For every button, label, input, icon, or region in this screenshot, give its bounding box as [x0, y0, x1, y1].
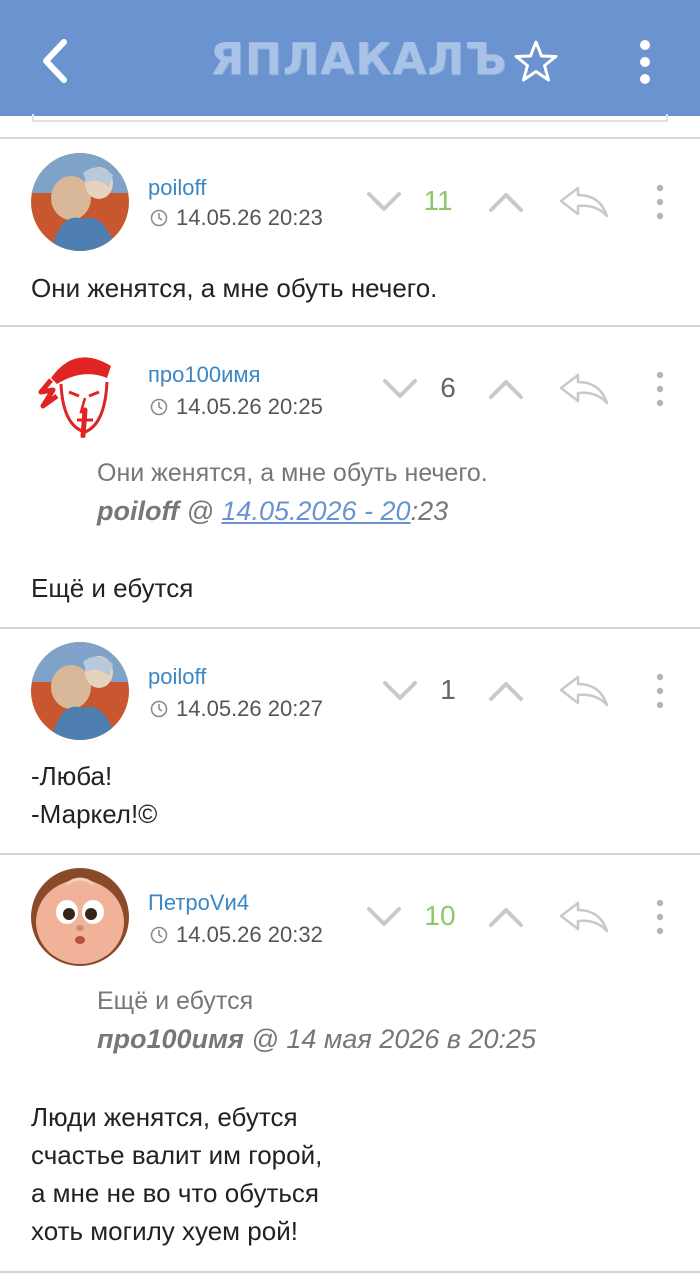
- avatar[interactable]: [31, 153, 129, 251]
- post-body: -Люба! -Маркел!©: [31, 757, 157, 833]
- quote-author: про100имя: [97, 1024, 244, 1054]
- comment: poiloff 14.05.26 20:23 11 Они женятся, а…: [0, 139, 700, 327]
- username-link[interactable]: poiloff: [148, 664, 206, 690]
- post-body: Они женятся, а мне обуть нечего.: [31, 269, 437, 307]
- star-outline-icon[interactable]: [512, 38, 560, 86]
- reply-arrow-icon[interactable]: [558, 900, 610, 934]
- post-menu-icon[interactable]: [652, 899, 668, 935]
- comment: про100имя 14.05.26 20:25 6 Они женятся, …: [0, 326, 700, 629]
- quote-link[interactable]: 14.05.2026 - 20: [221, 496, 410, 526]
- vote-down-icon[interactable]: [382, 377, 418, 401]
- previous-post-frame: [32, 114, 668, 122]
- clock-icon: [150, 700, 168, 718]
- post-body: Ещё и ебутся: [31, 569, 193, 607]
- post-timestamp: 14.05.26 20:27: [150, 696, 323, 722]
- timestamp-text: 14.05.26 20:32: [176, 922, 323, 947]
- username-link[interactable]: poiloff: [148, 175, 206, 201]
- post-line: счастье валит им горой,: [31, 1140, 323, 1170]
- quote-text: Они женятся, а мне обуть нечего.: [97, 459, 488, 487]
- vote-down-icon[interactable]: [366, 905, 402, 929]
- vote-up-icon[interactable]: [488, 679, 524, 703]
- post-rating: 11: [423, 185, 453, 216]
- post-timestamp: 14.05.26 20:23: [150, 205, 323, 231]
- avatar[interactable]: [31, 642, 129, 740]
- post-menu-icon[interactable]: [652, 673, 668, 709]
- vote-up-icon[interactable]: [488, 905, 524, 929]
- quote-time-tail: :23: [410, 496, 449, 526]
- post-line: -Маркел!©: [31, 799, 158, 829]
- quote-author: poiloff: [97, 496, 179, 526]
- more-vert-icon[interactable]: [634, 38, 656, 86]
- post-line: Люди женятся, ебутся: [31, 1102, 298, 1132]
- quote-date: 14 мая 2026 в 20:25: [286, 1024, 537, 1054]
- post-line: Они женятся, а мне обуть нечего.: [31, 273, 438, 303]
- quote-attribution: про100имя @ 14 мая 2026 в 20:25: [97, 1020, 536, 1058]
- vote-down-icon[interactable]: [382, 679, 418, 703]
- reply-arrow-icon[interactable]: [558, 372, 610, 406]
- clock-icon: [150, 398, 168, 416]
- avatar[interactable]: [31, 868, 129, 966]
- post-menu-icon[interactable]: [652, 371, 668, 407]
- reply-arrow-icon[interactable]: [558, 185, 610, 219]
- vote-down-icon[interactable]: [366, 190, 402, 214]
- timestamp-text: 14.05.26 20:23: [176, 205, 323, 230]
- reply-arrow-icon[interactable]: [558, 674, 610, 708]
- vote-up-icon[interactable]: [488, 377, 524, 401]
- clock-icon: [150, 926, 168, 944]
- quote-at: @: [243, 1024, 287, 1054]
- post-line: хоть могилу хуем рой!: [31, 1216, 298, 1246]
- username-link[interactable]: про100имя: [148, 362, 260, 388]
- post-timestamp: 14.05.26 20:32: [150, 922, 323, 948]
- quote-attribution: poiloff @ 14.05.2026 - 20:23: [97, 492, 448, 530]
- post-rating: 10: [424, 900, 456, 931]
- quote-at: @: [178, 496, 222, 526]
- app-bar: ЯПЛАКАЛЪ: [0, 0, 700, 116]
- username-link[interactable]: ПетроVи4: [148, 890, 249, 916]
- post-line: -Люба!: [31, 761, 113, 791]
- post-rating: 1: [440, 674, 456, 705]
- clock-icon: [150, 209, 168, 227]
- post-rating: 6: [440, 372, 456, 403]
- comment: poiloff 14.05.26 20:27 1 -Люба! -Маркел!…: [0, 628, 700, 855]
- back-chevron-icon[interactable]: [36, 38, 76, 84]
- app-logo: ЯПЛАКАЛЪ: [210, 34, 508, 85]
- comment: ПетроVи4 14.05.26 20:32 10 Ещё и ебутся …: [0, 854, 700, 1273]
- timestamp-text: 14.05.26 20:27: [176, 696, 323, 721]
- quote-text: Ещё и ебутся: [97, 987, 254, 1015]
- timestamp-text: 14.05.26 20:25: [176, 394, 323, 419]
- post-timestamp: 14.05.26 20:25: [150, 394, 323, 420]
- post-menu-icon[interactable]: [652, 184, 668, 220]
- avatar[interactable]: [31, 340, 129, 438]
- divider: [0, 1271, 700, 1273]
- post-line: Ещё и ебутся: [31, 573, 194, 603]
- post-body: Люди женятся, ебутся счастье валит им го…: [31, 1098, 322, 1250]
- vote-up-icon[interactable]: [488, 190, 524, 214]
- post-line: а мне не во что обуться: [31, 1178, 320, 1208]
